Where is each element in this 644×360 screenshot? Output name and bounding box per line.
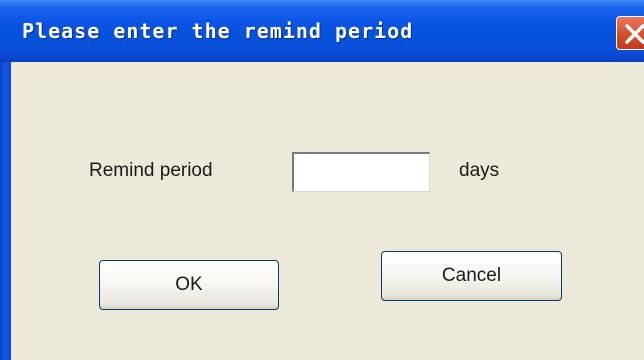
remind-period-label: Remind period xyxy=(89,160,213,181)
dialog-window: Please enter the remind period Remind pe… xyxy=(0,0,644,360)
ok-button[interactable]: OK xyxy=(99,260,279,310)
close-icon xyxy=(625,24,644,44)
days-label: days xyxy=(459,160,500,181)
cancel-button[interactable]: Cancel xyxy=(381,251,562,301)
dialog-title: Please enter the remind period xyxy=(22,19,414,43)
title-bar[interactable]: Please enter the remind period xyxy=(0,0,644,62)
remind-period-input[interactable] xyxy=(292,152,430,192)
close-button[interactable] xyxy=(616,16,644,50)
